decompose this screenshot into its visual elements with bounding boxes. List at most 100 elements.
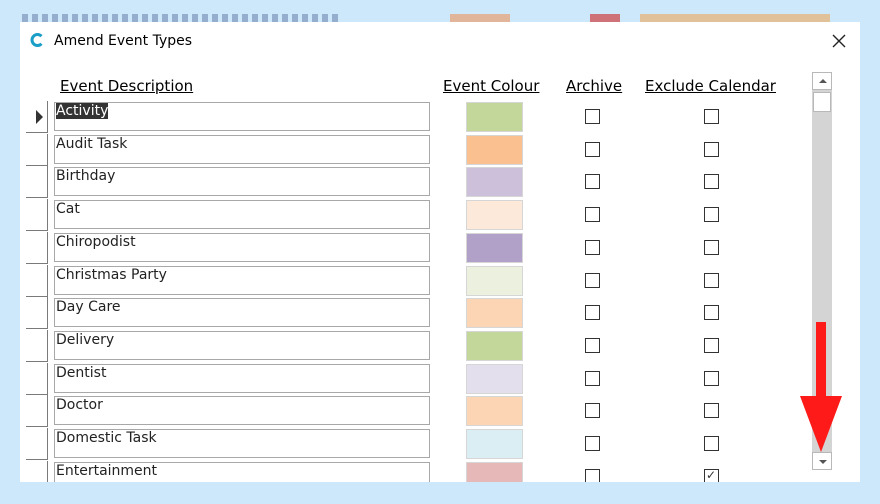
event-description-field[interactable]: Day Care — [54, 298, 430, 328]
checkmark-icon: ✓ — [706, 467, 717, 482]
table-row[interactable]: Domestic Task — [20, 428, 820, 461]
archive-checkbox[interactable] — [585, 337, 600, 353]
event-description-field[interactable]: Domestic Task — [54, 429, 430, 458]
row-selector[interactable] — [26, 395, 48, 428]
red-annotation-arrow-icon — [800, 322, 842, 452]
exclude-calendar-checkbox[interactable] — [704, 337, 719, 353]
exclude-calendar-checkbox[interactable] — [704, 305, 719, 321]
archive-checkbox[interactable] — [585, 370, 600, 386]
archive-checkbox[interactable] — [585, 207, 600, 223]
exclude-calendar-checkbox[interactable] — [704, 174, 719, 190]
row-selector[interactable] — [26, 133, 48, 166]
event-description-field[interactable]: Activity — [54, 102, 430, 131]
amend-event-types-dialog: Amend Event Types Event Description Even… — [20, 22, 860, 482]
scroll-down-arrow-icon — [819, 460, 827, 464]
exclude-calendar-checkbox[interactable] — [704, 370, 719, 386]
event-description-text: Delivery — [56, 331, 115, 348]
event-description-field[interactable]: Doctor — [54, 396, 430, 426]
scroll-down-button[interactable] — [812, 452, 832, 470]
scroll-up-arrow-icon — [819, 79, 827, 83]
event-description-field[interactable]: Christmas Party — [54, 265, 430, 295]
event-colour-swatch[interactable] — [466, 330, 523, 361]
event-colour-swatch[interactable] — [466, 429, 523, 459]
archive-checkbox[interactable] — [585, 174, 600, 190]
row-selector[interactable] — [26, 297, 48, 330]
event-colour-swatch[interactable] — [466, 134, 523, 165]
table-row[interactable]: Dentist — [20, 362, 820, 396]
event-description-text: Cat — [56, 201, 80, 218]
event-description-text: Chiropodist — [56, 233, 136, 250]
event-description-field[interactable]: Audit Task — [54, 134, 430, 164]
current-record-arrow-icon — [36, 110, 43, 124]
archive-checkbox[interactable] — [585, 436, 600, 451]
event-description-field[interactable]: Birthday — [54, 167, 430, 197]
table-row[interactable]: Cat — [20, 199, 820, 232]
archive-checkbox[interactable] — [585, 141, 600, 157]
exclude-calendar-checkbox[interactable] — [704, 403, 719, 419]
table-row[interactable]: Christmas Party — [20, 264, 820, 298]
table-row[interactable]: Chiropodist — [20, 231, 820, 265]
event-colour-swatch[interactable] — [466, 396, 523, 427]
row-selector[interactable] — [26, 199, 48, 232]
table-row[interactable]: Delivery — [20, 329, 820, 363]
app-logo-icon — [30, 33, 43, 47]
table-row[interactable]: Activity — [20, 101, 820, 134]
scroll-up-button[interactable] — [812, 72, 832, 90]
event-description-text: Christmas Party — [56, 266, 167, 283]
event-colour-swatch[interactable] — [466, 232, 523, 263]
table-row[interactable]: Day Care — [20, 297, 820, 330]
table-row[interactable]: Birthday — [20, 166, 820, 199]
event-description-text: Domestic Task — [56, 430, 157, 446]
exclude-calendar-checkbox[interactable] — [704, 207, 719, 223]
event-description-field[interactable]: Delivery — [54, 330, 430, 360]
exclude-calendar-checkbox[interactable] — [704, 272, 719, 288]
archive-checkbox[interactable] — [585, 239, 600, 255]
event-description-text: Doctor — [56, 397, 103, 414]
exclude-calendar-checkbox[interactable]: ✓ — [704, 467, 719, 482]
exclude-calendar-checkbox[interactable] — [704, 239, 719, 255]
row-selector[interactable] — [26, 264, 48, 297]
table-row[interactable]: Audit Task — [20, 133, 820, 167]
column-header-archive: Archive — [566, 77, 623, 95]
event-colour-swatch[interactable] — [466, 167, 523, 198]
event-description-field[interactable]: Entertainment — [54, 461, 430, 482]
archive-checkbox[interactable] — [585, 272, 600, 288]
event-description-field[interactable]: Chiropodist — [54, 232, 430, 262]
event-types-table: Activity Audit Task Birthday Cat Chiropodist… — [20, 101, 820, 482]
row-selector[interactable] — [26, 166, 48, 199]
close-icon[interactable] — [828, 30, 850, 52]
row-selector[interactable] — [26, 460, 48, 482]
archive-checkbox[interactable] — [585, 109, 600, 124]
row-selector[interactable] — [26, 101, 48, 133]
event-description-text: Birthday — [56, 168, 116, 185]
event-description-text: Day Care — [56, 299, 121, 316]
table-row[interactable]: Doctor — [20, 395, 820, 428]
archive-checkbox[interactable] — [585, 468, 600, 482]
table-row[interactable]: Entertainment ✓ — [20, 460, 820, 482]
event-colour-swatch[interactable] — [466, 363, 523, 394]
archive-checkbox[interactable] — [585, 305, 600, 321]
row-selector[interactable] — [26, 362, 48, 395]
exclude-calendar-checkbox[interactable] — [704, 436, 719, 451]
scrollbar-thumb[interactable] — [813, 92, 831, 112]
event-description-text: Activity — [56, 103, 109, 119]
event-colour-swatch[interactable] — [466, 200, 523, 231]
row-selector[interactable] — [26, 231, 48, 264]
event-colour-swatch[interactable] — [466, 102, 523, 132]
event-description-text: Dentist — [56, 364, 107, 381]
window-title: Amend Event Types — [54, 33, 193, 49]
column-header-colour: Event Colour — [443, 77, 540, 95]
event-description-text: Audit Task — [56, 135, 128, 152]
exclude-calendar-checkbox[interactable] — [704, 109, 719, 124]
event-colour-swatch[interactable] — [466, 265, 523, 296]
exclude-calendar-checkbox[interactable] — [704, 141, 719, 157]
event-colour-swatch[interactable] — [466, 461, 523, 482]
row-selector[interactable] — [26, 428, 48, 460]
title-bar: Amend Event Types — [20, 22, 860, 60]
column-header-exclude-calendar: Exclude Calendar — [645, 77, 776, 95]
event-description-field[interactable]: Cat — [54, 200, 430, 230]
event-colour-swatch[interactable] — [466, 298, 523, 329]
archive-checkbox[interactable] — [585, 403, 600, 419]
event-description-field[interactable]: Dentist — [54, 363, 430, 393]
row-selector[interactable] — [26, 329, 48, 362]
